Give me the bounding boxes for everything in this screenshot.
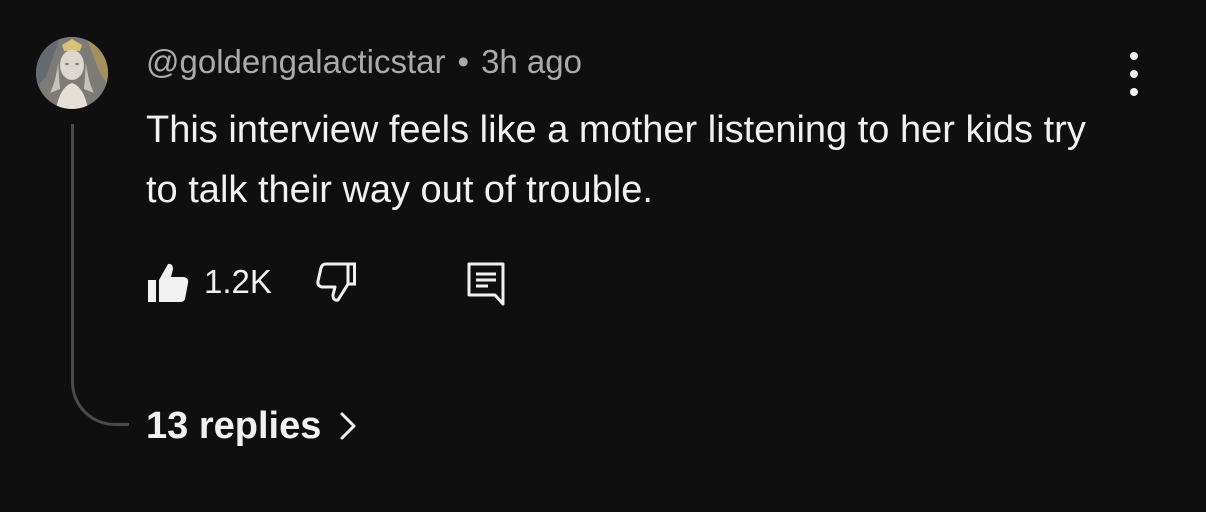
reply-comment-icon [467, 262, 505, 306]
comment-meta: @goldengalacticstar • 3h ago [146, 42, 582, 82]
view-replies-link[interactable]: 13 replies [146, 402, 357, 450]
comment-thread: @goldengalacticstar • 3h ago This intervie… [0, 0, 1206, 512]
thumbs-down-icon [316, 262, 356, 302]
more-vertical-icon-dot [1130, 88, 1138, 96]
chevron-right-icon [339, 411, 357, 441]
thumbs-up-icon [148, 263, 189, 302]
author-name[interactable]: @goldengalacticstar [146, 43, 446, 80]
like-button[interactable] [146, 260, 190, 304]
reply-button[interactable] [464, 260, 508, 306]
avatar[interactable] [36, 37, 108, 109]
more-vertical-icon-dot [1130, 70, 1138, 78]
more-options-button[interactable] [1114, 52, 1154, 96]
avatar-image [36, 37, 108, 109]
comment-text: This interview feels like a mother liste… [146, 109, 1086, 211]
dislike-button[interactable] [314, 260, 358, 304]
meta-separator: • [457, 43, 470, 80]
thread-connector-line [71, 124, 129, 426]
replies-label: 13 replies [146, 404, 322, 447]
like-count: 1.2K [204, 263, 272, 300]
comment-timestamp[interactable]: 3h ago [481, 43, 582, 80]
more-vertical-icon [1130, 52, 1138, 60]
